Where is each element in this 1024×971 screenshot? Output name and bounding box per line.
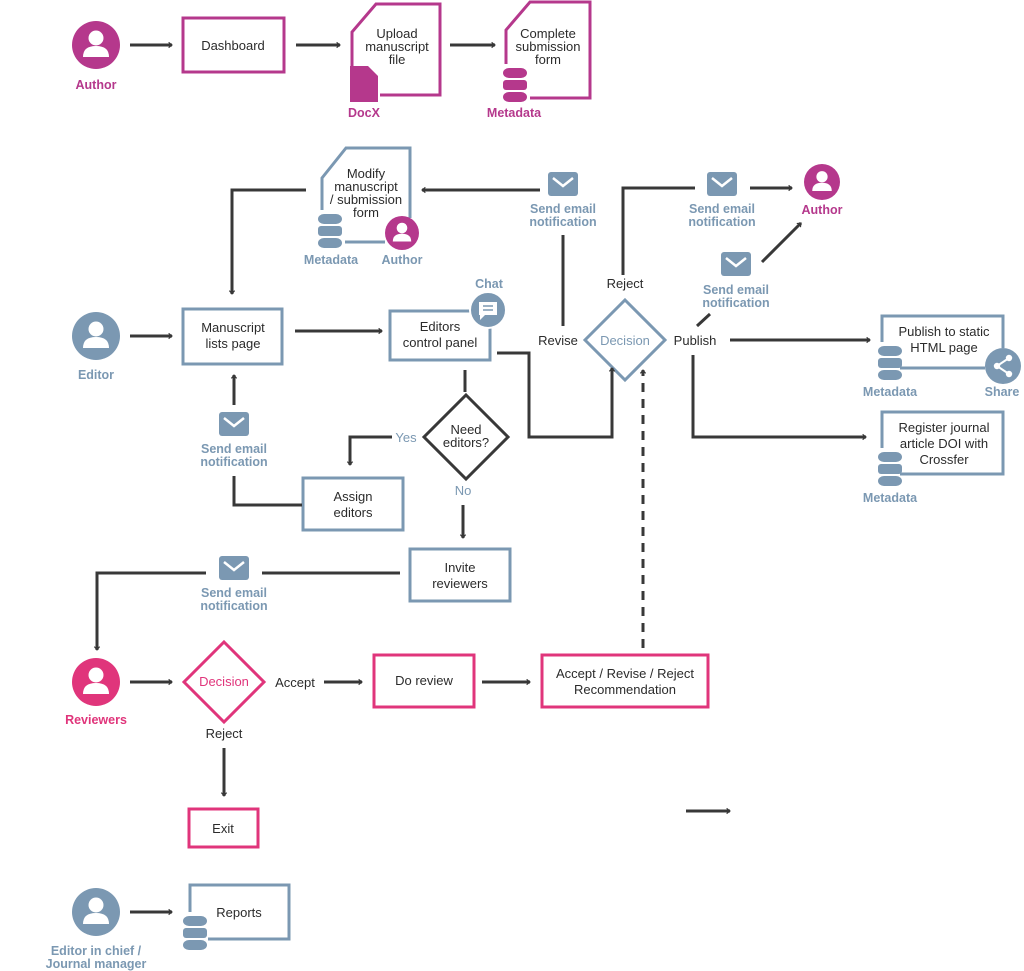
email-label: notification (702, 296, 769, 310)
svg-text:Do review: Do review (395, 673, 453, 688)
do-review-node[interactable]: Do review (372, 653, 476, 709)
assign-editors-node[interactable]: Assign editors (301, 476, 405, 532)
share-icon[interactable] (985, 348, 1021, 384)
share-label: Share (985, 385, 1020, 399)
svg-text:Crossfer: Crossfer (919, 452, 969, 467)
mail-icon (705, 170, 739, 198)
svg-text:HTML page: HTML page (910, 340, 977, 355)
editor-in-chief-label: Editor in chief / (51, 944, 142, 958)
author-person-icon (804, 164, 840, 200)
metadata-label: Metadata (863, 491, 918, 505)
editor-person-icon (72, 312, 120, 360)
editor-in-chief-person-icon (72, 888, 120, 936)
connector (621, 186, 695, 275)
mail-icon (217, 410, 251, 438)
connector (232, 476, 302, 507)
svg-text:Accept / Revise / Reject: Accept / Revise / Reject (556, 666, 694, 681)
mail-icon (719, 250, 753, 278)
svg-text:Decision: Decision (600, 333, 650, 348)
svg-text:Exit: Exit (212, 821, 234, 836)
invite-reviewers-node[interactable]: Invite reviewers (408, 547, 512, 603)
svg-text:editors?: editors? (443, 435, 489, 450)
reviewer-person-icon (72, 658, 120, 706)
recommendation-node[interactable]: Accept / Revise / Reject Recommendation (540, 653, 710, 709)
svg-text:file: file (389, 52, 406, 67)
database-icon (878, 346, 902, 380)
publish-label: Publish (674, 333, 717, 348)
author-label: Author (382, 253, 423, 267)
connector (695, 312, 712, 328)
editor-label: Editor (78, 368, 114, 382)
email-label: notification (688, 215, 755, 229)
svg-text:Decision: Decision (199, 674, 249, 689)
need-editors-node[interactable]: Need editors? (421, 392, 511, 482)
revise-label: Revise (538, 333, 578, 348)
svg-text:Dashboard: Dashboard (201, 38, 265, 53)
arrow (346, 435, 392, 466)
manuscript-lists-node[interactable]: Manuscript lists page (181, 307, 284, 366)
email-label: Send email (201, 442, 267, 456)
svg-text:control panel: control panel (403, 335, 478, 350)
svg-text:Recommendation: Recommendation (574, 682, 676, 697)
database-icon (503, 68, 527, 102)
svg-text:article DOI with: article DOI with (900, 436, 988, 451)
docx-label: DocX (348, 106, 381, 120)
svg-text:Register journal: Register journal (898, 420, 989, 435)
email-label: Send email (530, 202, 596, 216)
metadata-label: Metadata (863, 385, 918, 399)
author-label: Author (76, 78, 117, 92)
arrow (228, 188, 306, 295)
svg-text:Editors: Editors (420, 319, 461, 334)
no-label: No (455, 483, 472, 498)
email-label: Send email (703, 283, 769, 297)
author-label: Author (802, 203, 843, 217)
email-label: Send email (689, 202, 755, 216)
reviewer-decision-node[interactable]: Decision (181, 639, 267, 725)
exit-node[interactable]: Exit (187, 807, 260, 849)
arrow (760, 221, 803, 264)
mail-icon (217, 554, 251, 582)
svg-text:Assign: Assign (333, 489, 372, 504)
dashboard-node[interactable]: Dashboard (181, 16, 286, 74)
metadata-label: Metadata (304, 253, 359, 267)
arrow (497, 351, 616, 439)
email-label: notification (529, 215, 596, 229)
editor-decision-node[interactable]: Decision (582, 297, 668, 383)
email-label: notification (200, 455, 267, 469)
journal-manager-label: Journal manager (46, 957, 147, 971)
email-label: Send email (201, 586, 267, 600)
database-icon (318, 214, 342, 248)
reject-label: Reject (607, 276, 644, 291)
svg-text:Reports: Reports (216, 905, 262, 920)
email-label: notification (200, 599, 267, 613)
svg-text:lists page: lists page (206, 336, 261, 351)
accept-label: Accept (275, 675, 315, 690)
reject-label: Reject (206, 726, 243, 741)
mail-icon (546, 170, 580, 198)
chat-icon[interactable] (469, 291, 507, 329)
metadata-label: Metadata (487, 106, 542, 120)
arrow (93, 571, 206, 651)
arrow (691, 355, 867, 441)
author-person-icon (72, 21, 120, 69)
database-icon (183, 916, 207, 950)
svg-text:editors: editors (333, 505, 373, 520)
yes-label: Yes (395, 430, 417, 445)
svg-text:reviewers: reviewers (432, 576, 488, 591)
workflow-diagram: Author Dashboard Upload manuscript file … (46, 0, 1021, 971)
reviewers-label: Reviewers (65, 713, 127, 727)
svg-text:form: form (353, 205, 379, 220)
svg-text:Publish to static: Publish to static (898, 324, 990, 339)
svg-text:form: form (535, 52, 561, 67)
svg-text:Invite: Invite (444, 560, 475, 575)
database-icon (878, 452, 902, 486)
svg-text:Manuscript: Manuscript (201, 320, 265, 335)
author-person-icon (385, 216, 419, 250)
chat-label: Chat (475, 277, 504, 291)
